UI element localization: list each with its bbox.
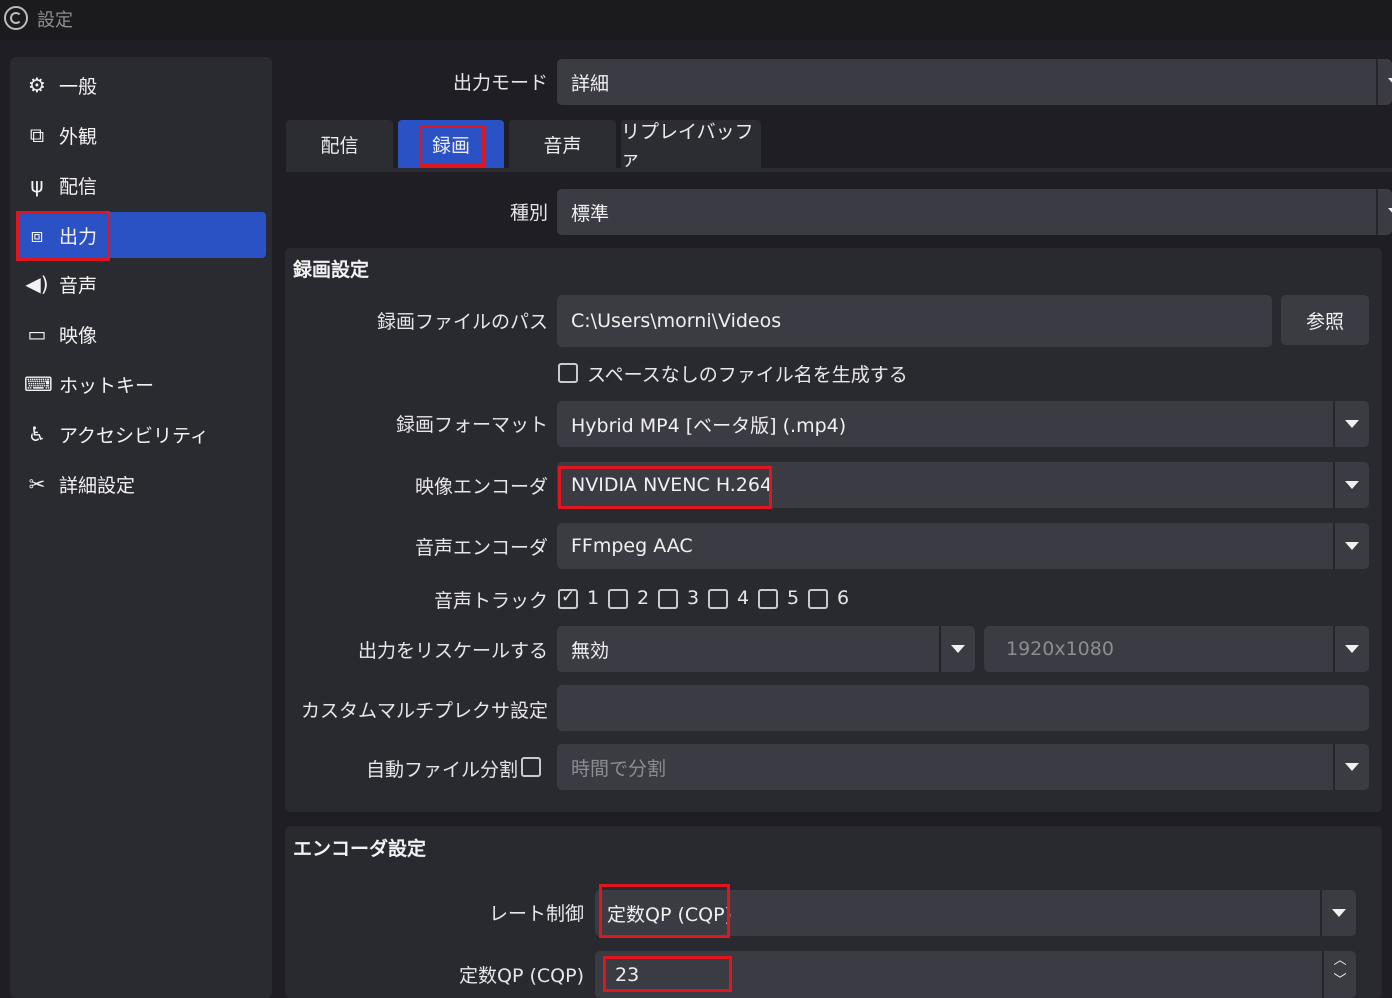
video-encoder-highlight-box [558,466,772,509]
sidebar-item-stream[interactable]: ψ 配信 [16,162,266,208]
chevron-down-icon [1320,890,1356,936]
rescale-value: 無効 [571,639,610,662]
sidebar-item-label: 映像 [59,324,98,347]
audio-track-1-label: 1 [587,587,600,609]
sidebar-item-label: 配信 [59,175,98,198]
chevron-down-icon [1376,189,1392,235]
audio-track-6-label: 6 [837,587,850,609]
title-bar [0,0,1392,40]
chevron-down-icon [939,626,975,672]
chevron-down-icon [1376,59,1392,105]
output-mode-label: 出力モード [452,72,548,94]
output-mode-value: 詳細 [571,72,610,95]
sidebar-item-video[interactable]: ▭ 映像 [16,311,266,357]
sidebar-item-appearance[interactable]: ⧉ 外観 [16,112,266,158]
speaker-icon: ◀) [25,272,49,296]
sidebar-item-hotkeys[interactable]: ⌨ ホットキー [16,361,266,407]
nospace-filename-checkbox[interactable] [558,363,578,383]
chevron-down-icon [1333,744,1369,790]
tab-audio[interactable]: 音声 [509,120,616,168]
autosplit-value: 時間で分割 [571,757,667,780]
audio-encoder-label: 音声エンコーダ [414,537,548,559]
custom-muxer-label: カスタムマルチプレクサ設定 [300,700,548,722]
sidebar-item-accessibility[interactable]: ♿ アクセシビリティ [16,411,266,457]
custom-muxer-input[interactable] [557,685,1369,731]
rate-control-highlight-box [599,884,730,938]
rescale-resolution-value: 1920x1080 [1006,638,1114,660]
chevron-down-icon [1333,462,1369,508]
audio-track-2-label: 2 [637,587,650,609]
sidebar-item-general[interactable]: ⚙ 一般 [16,62,266,108]
autosplit-checkbox[interactable] [521,757,541,777]
gear-icon: ⚙ [28,73,46,97]
chevron-down-icon [1333,626,1369,672]
recording-format-value: Hybrid MP4 [ベータ版] (.mp4) [571,414,847,437]
audio-track-6-checkbox[interactable] [808,589,828,609]
encoder-section-title: エンコーダ設定 [293,838,427,860]
rescale-select[interactable]: 無効 [557,626,975,672]
monitor-icon: ▭ [27,322,47,346]
spinbox-arrows[interactable]: ︿ ﹀ [1322,951,1356,998]
obs-logo-icon [4,6,28,30]
type-label: 種別 [509,202,548,224]
nospace-filename-label: スペースなしのファイル名を生成する [587,364,908,386]
cqp-label: 定数QP (CQP) [459,965,584,987]
type-select[interactable]: 標準 [557,189,1392,235]
audio-track-5-checkbox[interactable] [758,589,778,609]
sidebar-item-label: ホットキー [59,374,155,397]
type-value: 標準 [571,202,610,225]
recording-format-select[interactable]: Hybrid MP4 [ベータ版] (.mp4) [557,401,1369,447]
sidebar-item-advanced[interactable]: ✂ 詳細設定 [16,461,266,507]
tab-stream[interactable]: 配信 [286,120,393,168]
sidebar-item-label: アクセシビリティ [59,424,209,447]
tools-icon: ✂ [28,472,46,496]
rate-control-label: レート制御 [488,903,584,925]
output-mode-select[interactable]: 詳細 [557,59,1392,105]
audio-track-4-label: 4 [737,587,750,609]
recording-format-label: 録画フォーマット [395,414,548,436]
sidebar-item-label: 外観 [59,125,98,148]
audio-track-4-checkbox[interactable] [708,589,728,609]
audio-track-3-label: 3 [687,587,700,609]
chevron-down-icon [1333,401,1369,447]
audio-track-5-label: 5 [787,587,800,609]
rescale-label: 出力をリスケールする [357,640,548,662]
audio-track-label: 音声トラック [433,590,548,612]
sidebar-item-label: 音声 [59,274,98,297]
recording-path-input[interactable]: C:\Users\morni\Videos [557,295,1272,347]
audio-track-2-checkbox[interactable] [608,589,628,609]
autosplit-select[interactable]: 時間で分割 [557,744,1369,790]
audio-encoder-select[interactable]: FFmpeg AAC [557,523,1369,569]
cqp-highlight-box [603,956,732,992]
window-title: 設定 [37,10,73,31]
sidebar-item-label: 一般 [59,75,98,98]
recording-path-value: C:\Users\morni\Videos [571,310,782,332]
chevron-up-icon[interactable]: ︿ [1324,951,1356,971]
antenna-icon: ψ [30,173,44,197]
output-highlight-box [16,211,110,261]
sidebar-item-label: 詳細設定 [59,474,136,497]
recording-section-title: 録画設定 [293,259,370,281]
audio-track-3-checkbox[interactable] [658,589,678,609]
autosplit-label: 自動ファイル分割 [365,759,518,781]
audio-track-1-checkbox[interactable] [558,587,578,609]
recording-tab-highlight-box [419,125,485,167]
keyboard-icon: ⌨ [24,372,53,396]
video-encoder-label: 映像エンコーダ [414,476,548,498]
accessibility-icon: ♿ [28,422,46,446]
audio-encoder-value: FFmpeg AAC [571,535,693,557]
rescale-resolution-select[interactable]: 1920x1080 [984,626,1369,672]
tab-bar-underline [286,168,1392,172]
chevron-down-icon [1333,523,1369,569]
browse-button[interactable]: 参照 [1281,295,1369,345]
recording-path-label: 録画ファイルのパス [376,311,548,333]
sidebar-item-audio[interactable]: ◀) 音声 [16,261,266,307]
chevron-down-icon[interactable]: ﹀ [1324,971,1356,991]
appearance-icon: ⧉ [29,123,45,147]
tab-replay-buffer[interactable]: リプレイバッファ [621,120,761,170]
